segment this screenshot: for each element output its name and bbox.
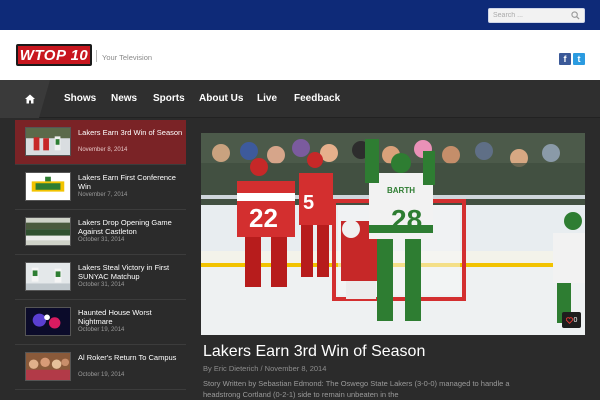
sidebar-item-title[interactable]: Lakers Earn First Conference Win: [78, 173, 183, 191]
nav-news[interactable]: News: [111, 93, 137, 104]
search-icon[interactable]: [571, 11, 580, 20]
recent-posts-sidebar: Lakers Earn 3rd Win of Season November 8…: [15, 120, 186, 400]
nav-feedback[interactable]: Feedback: [294, 93, 340, 104]
site-logo[interactable]: WTOP 10: [16, 44, 92, 66]
twitter-icon[interactable]: t: [573, 53, 585, 65]
site-tagline: Your Television: [102, 53, 153, 62]
sidebar-item-date: November 8, 2014: [78, 147, 128, 153]
tagline-divider: [96, 50, 97, 62]
sidebar-item[interactable]: Haunted House Worst Nightmare October 19…: [15, 300, 186, 345]
search-box[interactable]: [488, 8, 585, 23]
post-thumbnail[interactable]: [25, 217, 71, 246]
logo-text: WTOP 10: [19, 46, 89, 64]
sidebar-item-date: October 31, 2014: [78, 237, 125, 243]
sidebar-item-date: October 19, 2014: [78, 327, 125, 333]
post-title[interactable]: Lakers Earn 3rd Win of Season: [203, 343, 425, 361]
sidebar-item[interactable]: Lakers Earn 3rd Win of Season November 8…: [15, 120, 186, 165]
post-excerpt: Story Written by Sebastian Edmond: The O…: [203, 379, 510, 399]
comment-count-badge[interactable]: 0: [562, 312, 581, 328]
sidebar-item[interactable]: Lakers Earn First Conference Win Novembe…: [15, 165, 186, 210]
sidebar-item-title[interactable]: Haunted House Worst Nightmare: [78, 308, 183, 326]
search-input[interactable]: [493, 10, 569, 21]
featured-image[interactable]: 22 5 BARTH 28: [201, 133, 585, 335]
main-nav: Shows News Sports About Us Live Feedback: [0, 80, 600, 118]
home-icon[interactable]: [25, 94, 35, 104]
sidebar-item-date: November 7, 2014: [78, 192, 128, 198]
post-thumbnail[interactable]: [25, 352, 71, 381]
jersey-nameplate: BARTH: [387, 186, 415, 195]
jersey-number: 5: [303, 192, 314, 214]
jersey-number: 22: [249, 203, 278, 233]
sidebar-item-date: October 19, 2014: [78, 372, 125, 378]
post-thumbnail[interactable]: [25, 307, 71, 336]
top-bar: [0, 0, 600, 30]
sidebar-item-title[interactable]: Lakers Steal Victory in First SUNYAC Mat…: [78, 263, 183, 281]
nav-sports[interactable]: Sports: [153, 93, 185, 104]
post-byline: By Eric Dieterich / November 8, 2014: [203, 364, 327, 373]
site-header: WTOP 10 Your Television f t: [0, 30, 600, 80]
sidebar-item[interactable]: Lakers Steal Victory in First SUNYAC Mat…: [15, 255, 186, 300]
post-thumbnail[interactable]: [25, 127, 71, 156]
jersey-number: 28: [391, 204, 422, 235]
post-thumbnail[interactable]: [25, 262, 71, 291]
nav-about-us[interactable]: About Us: [199, 93, 243, 104]
sidebar-item[interactable]: Lakers Drop Opening Game Against Castlet…: [15, 210, 186, 255]
sidebar-item-title[interactable]: Al Roker's Return To Campus: [78, 353, 183, 362]
heart-icon: [565, 316, 573, 324]
sidebar-item-title[interactable]: Lakers Drop Opening Game Against Castlet…: [78, 218, 183, 236]
facebook-icon[interactable]: f: [559, 53, 571, 65]
comment-count: 0: [573, 316, 578, 324]
sidebar-item-title[interactable]: Lakers Earn 3rd Win of Season: [78, 128, 183, 137]
nav-shows[interactable]: Shows: [64, 93, 96, 104]
sidebar-item-date: October 31, 2014: [78, 282, 125, 288]
nav-live[interactable]: Live: [257, 93, 277, 104]
post-thumbnail[interactable]: [25, 172, 71, 201]
sidebar-item[interactable]: Al Roker's Return To Campus October 19, …: [15, 345, 186, 390]
